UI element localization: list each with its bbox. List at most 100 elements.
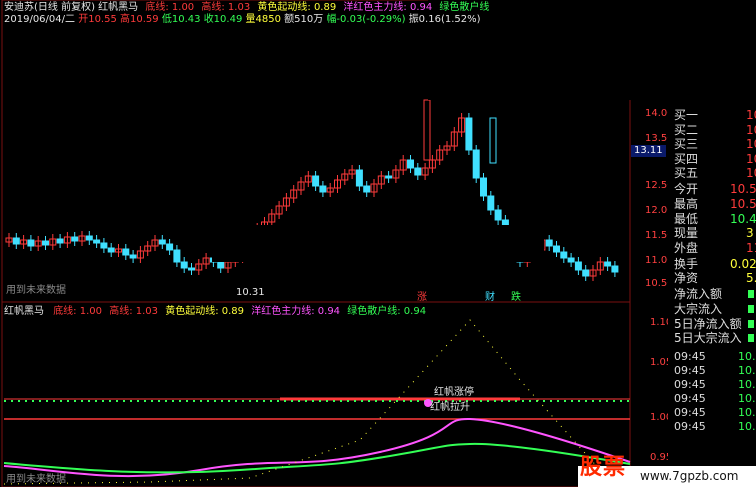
yellow-line-label: 黄色起动线: 0.89 <box>257 2 337 13</box>
quote-panel: 买一 10 买二 10 买三 10 买四 10 买五 10 今开 10.5 最高 10.5 最低 10.4 现量… <box>668 0 756 487</box>
tick-time: 09:45 <box>674 419 706 433</box>
candle-body <box>56 238 64 244</box>
candle-body <box>355 169 363 187</box>
low-label: 低10.43 <box>161 14 201 25</box>
quote-value: 10 <box>746 137 756 152</box>
ind-top-line-label: 高线: 1.03 <box>109 306 159 317</box>
flow-bar <box>748 305 754 313</box>
candle-body <box>407 159 414 169</box>
indicator-line <box>3 442 631 474</box>
quote-value: 10.4 <box>730 211 756 226</box>
candle-body <box>100 242 108 249</box>
candle-body <box>582 269 590 277</box>
candle-body <box>489 117 497 164</box>
candle-body <box>319 185 327 193</box>
ohlc-info: 2019/06/04/二 开10.55 高10.59 低10.43 收10.49… <box>4 14 481 26</box>
candle-body <box>93 239 101 244</box>
quote-label: 净流入额 <box>674 287 723 302</box>
ind-bottom-line-label: 底线: 1.00 <box>53 306 103 317</box>
low-price-marker: 10.31 <box>236 287 265 298</box>
tick-price: 10.4 <box>738 363 756 377</box>
candle-body <box>487 195 495 211</box>
tick-time: 09:45 <box>674 405 706 419</box>
current-price-tag: 13.11 <box>631 145 666 157</box>
candle-body <box>180 261 188 269</box>
quote-value: 10.5 <box>730 182 756 197</box>
quote-label: 买五 <box>674 166 699 181</box>
volume-label: 量4850 <box>245 14 281 25</box>
change-label: 幅-0.03(-0.29%) <box>326 14 406 25</box>
candle-body <box>85 235 93 241</box>
quote-label: 5日净流入额 <box>674 316 742 331</box>
candle-body <box>158 239 166 245</box>
quote-label: 今开 <box>674 182 699 197</box>
quote-value: 10 <box>746 151 756 166</box>
tick-time: 09:45 <box>674 363 706 377</box>
candle-body <box>312 175 320 187</box>
amount-label: 额510万 <box>284 14 324 25</box>
marker-zhang: 涨 <box>417 292 427 303</box>
flow-bar <box>748 290 754 299</box>
candle-body <box>414 167 422 176</box>
tick-price: 10.4 <box>738 405 756 419</box>
candle-body <box>423 99 431 161</box>
tick-time: 09:45 <box>674 391 706 405</box>
tick-price: 10.4 <box>738 391 756 405</box>
magenta-line-label: 洋红色主力线: 0.94 <box>343 2 433 13</box>
quote-value: 0.02% <box>730 256 756 271</box>
candle-body <box>480 177 487 197</box>
quote-label: 大宗流入 <box>674 302 723 316</box>
quote-label: 现量 <box>674 226 699 241</box>
quote-value: 3 <box>746 226 754 241</box>
quote-value: 5.0 <box>746 271 756 286</box>
top-line-label: 高线: 1.03 <box>201 2 251 13</box>
ind-green-label: 绿色散户线: 0.94 <box>347 306 427 317</box>
bottom-line-label: 底线: 1.00 <box>145 2 195 13</box>
candle-body <box>122 248 130 256</box>
candle-body <box>567 257 575 263</box>
indicator-line <box>3 319 601 485</box>
watermark-url[interactable]: www.7gpzb.com <box>640 469 738 483</box>
candle-body <box>611 265 619 273</box>
candle-body <box>472 149 480 179</box>
green-line-label: 绿色散户线 <box>439 2 490 13</box>
candle-body <box>494 209 502 221</box>
tick-price: 10.4 <box>738 419 756 433</box>
candle-body <box>560 251 568 259</box>
quote-label: 买三 <box>674 137 699 152</box>
candle-body <box>363 185 371 193</box>
quote-label: 买二 <box>674 122 699 137</box>
annotation-red-sail-limit-up: 红帆涨停 <box>434 387 474 398</box>
chart-canvas[interactable] <box>0 0 668 487</box>
quote-label: 换手 <box>674 256 699 271</box>
quote-value: 10 <box>746 122 756 137</box>
swing-label: 振0.16(1.52%) <box>408 14 481 25</box>
ind-magenta-label: 洋红色主力线: 0.94 <box>251 306 341 317</box>
tick-price: 10.4 <box>738 349 756 363</box>
indicator-header: 红帆黑马 底线: 1.00 高线: 1.03 黄色起动线: 0.89 洋红色主力… <box>4 306 426 318</box>
indicator-line <box>3 417 631 478</box>
tick-price: 10.4 <box>738 377 756 391</box>
candle-body <box>574 261 582 271</box>
flow-bar <box>748 334 754 343</box>
close-label: 收10.49 <box>203 14 243 25</box>
main-footer-note: 用到未来数据 <box>6 285 66 296</box>
watermark-logo: 股票 <box>580 455 627 480</box>
occluding-box <box>212 225 544 262</box>
quote-label: 最低 <box>674 211 699 226</box>
quote-label: 买四 <box>674 151 699 166</box>
indicator-footer-note: 用到未来数据 <box>6 474 66 485</box>
candle-body <box>71 236 79 242</box>
indicator-title: 红帆黑马 <box>4 306 44 317</box>
candle-body <box>553 245 560 253</box>
high-label: 高10.59 <box>120 14 159 25</box>
quote-value: 10 <box>746 108 756 122</box>
date-label: 2019/06/04/二 <box>4 14 76 25</box>
candle-body <box>465 117 473 151</box>
quote-value: 10.5 <box>730 197 756 211</box>
marker-cai: 财 <box>485 292 495 303</box>
annotation-red-sail-rise: 红帆拉升 <box>430 402 470 413</box>
candle-body <box>188 267 195 271</box>
candle-body <box>129 254 137 259</box>
ind-yellow-label: 黄色起动线: 0.89 <box>165 306 245 317</box>
